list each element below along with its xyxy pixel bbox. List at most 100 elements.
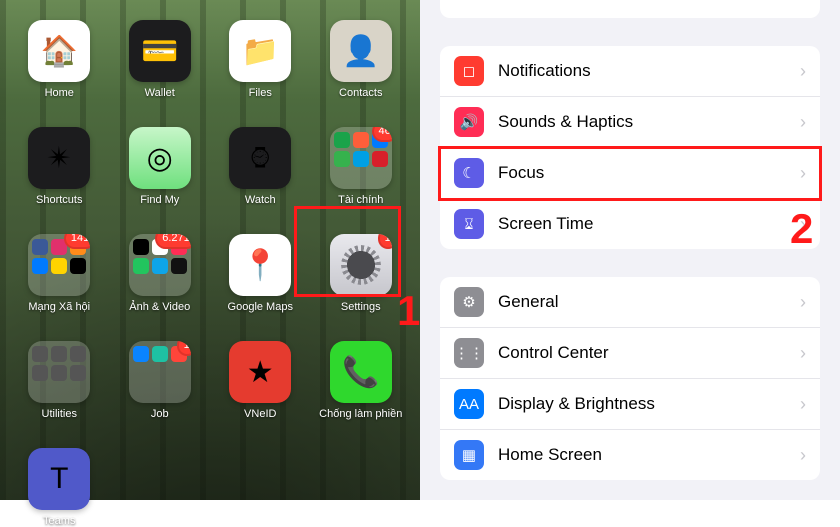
app-settings[interactable]: 1Settings	[316, 234, 407, 313]
ios-settings-screen: ◻︎Notifications›🔊Sounds & Haptics› ☾ Focus…	[420, 0, 840, 500]
ic-contacts: 👤	[330, 20, 392, 82]
si-sound-icon: 🔊	[454, 107, 484, 137]
glyph-icon: ◎	[147, 141, 173, 176]
folder-mini	[70, 346, 86, 362]
settings-row-title: Focus	[498, 163, 800, 183]
app-teams[interactable]: T Teams	[14, 448, 105, 527]
app-contacts[interactable]: 👤 Contacts	[316, 20, 407, 99]
folder-mini	[70, 258, 86, 274]
folder-mini	[133, 239, 149, 255]
folder-icon	[28, 341, 90, 403]
folder-mini	[372, 151, 388, 167]
si-general-icon: ⚙︎	[454, 287, 484, 317]
si-screentime-icon: ⌛︎	[454, 209, 484, 239]
glyph-icon: ✴︎	[47, 141, 72, 176]
ic-maps: 📍	[229, 234, 291, 296]
app-home[interactable]: 🏠Home	[14, 20, 105, 99]
app-label: Teams	[43, 515, 75, 527]
settings-row-control-center[interactable]: ⋮⋮ Control Center›	[440, 328, 820, 379]
glyph-icon: T	[50, 462, 68, 496]
folder-icon: 141	[28, 234, 90, 296]
glyph-icon: 👤	[342, 34, 379, 69]
chevron-right-icon: ›	[800, 163, 806, 184]
app-watch[interactable]: ⌚︎Watch	[215, 127, 306, 206]
app--nh-video[interactable]: 6.271 Ảnh & Video	[115, 234, 206, 313]
notification-badge: 1	[378, 234, 392, 249]
settings-row-title: General	[498, 292, 800, 312]
app-label: Shortcuts	[36, 194, 82, 206]
app-files[interactable]: 📁 Files	[215, 20, 306, 99]
glyph-icon: 📁	[242, 34, 279, 69]
app-shortcuts[interactable]: ✴︎ Shortcuts	[14, 127, 105, 206]
cutoff-row	[440, 0, 820, 18]
notification-badge: 141	[64, 234, 90, 249]
app-label: Home	[45, 87, 74, 99]
settings-row-sounds-haptics[interactable]: 🔊Sounds & Haptics›	[440, 97, 820, 148]
ic-chong: 📞	[330, 341, 392, 403]
folder-mini	[152, 258, 168, 274]
app-t-i-ch-nh[interactable]: 46 Tài chính	[316, 127, 407, 206]
ic-settings: 1	[330, 234, 392, 296]
app-label: Files	[249, 87, 272, 99]
glyph-icon: 📞	[342, 355, 379, 390]
settings-groups: ◻︎Notifications›🔊Sounds & Haptics› ☾ Focus…	[420, 46, 840, 480]
ic-shortcuts: ✴︎	[28, 127, 90, 189]
folder-icon: 6.271	[129, 234, 191, 296]
app-vneid[interactable]: ★ VNeID	[215, 341, 306, 420]
glyph-icon: 💳	[141, 34, 178, 69]
folder-mini	[32, 258, 48, 274]
folder-mini	[32, 365, 48, 381]
gear-icon	[341, 245, 381, 285]
app-job[interactable]: 1 Job	[115, 341, 206, 420]
si-homescreen-icon: ▦	[454, 440, 484, 470]
ios-home-screen: 🏠Home💳Wallet 📁 Files 👤 Contacts ✴︎ Shortcuts ◎F…	[0, 0, 420, 500]
folder-mini	[334, 151, 350, 167]
folder-mini	[51, 258, 67, 274]
chevron-right-icon: ›	[800, 445, 806, 466]
app-label: Contacts	[339, 87, 382, 99]
app-utilities[interactable]: Utilities	[14, 341, 105, 420]
ic-vneid: ★	[229, 341, 291, 403]
app-wallet[interactable]: 💳Wallet	[115, 20, 206, 99]
settings-row-notifications[interactable]: ◻︎Notifications›	[440, 46, 820, 97]
folder-mini	[32, 346, 48, 362]
app-find-my[interactable]: ◎Find My	[115, 127, 206, 206]
si-display-icon: AA	[454, 389, 484, 419]
folder-icon: 46	[330, 127, 392, 189]
chevron-right-icon: ›	[800, 214, 806, 235]
settings-group: ⚙︎General›⋮⋮Control Center›AADisplay & B…	[440, 277, 820, 480]
chevron-right-icon: ›	[800, 292, 806, 313]
ic-wallet: 💳	[129, 20, 191, 82]
app-label: Ảnh & Video	[129, 301, 190, 313]
folder-mini	[133, 258, 149, 274]
app-ch-ng-l-m-phi-n[interactable]: 📞Chống làm phiền	[316, 341, 407, 420]
app-label: Job	[151, 408, 169, 420]
settings-row-title: Control Center	[498, 343, 800, 363]
ic-files: 📁	[229, 20, 291, 82]
settings-row-title: Notifications	[498, 61, 800, 81]
folder-icon: 1	[129, 341, 191, 403]
app-google-maps[interactable]: 📍 Google Maps	[215, 234, 306, 313]
settings-row-general[interactable]: ⚙︎ General›	[440, 277, 820, 328]
chevron-right-icon: ›	[800, 343, 806, 364]
settings-row-title: Screen Time	[498, 214, 800, 234]
app-label: Tài chính	[338, 194, 383, 206]
app-label: Watch	[245, 194, 276, 206]
settings-row-home-screen[interactable]: ▦ Home Screen›	[440, 430, 820, 480]
settings-row-focus[interactable]: ☾ Focus›	[440, 148, 820, 199]
chevron-right-icon: ›	[800, 394, 806, 415]
folder-mini	[51, 346, 67, 362]
settings-row-title: Home Screen	[498, 445, 800, 465]
settings-row-display-brightness[interactable]: AA Display & Brightness›	[440, 379, 820, 430]
settings-row-title: Display & Brightness	[498, 394, 800, 414]
app-label: VNeID	[244, 408, 276, 420]
folder-mini	[32, 239, 48, 255]
si-focus-icon: ☾	[454, 158, 484, 188]
si-control-icon: ⋮⋮	[454, 338, 484, 368]
chevron-right-icon: ›	[800, 112, 806, 133]
app-label: Utilities	[42, 408, 77, 420]
app-m-ng-x-h-i[interactable]: 141Mạng Xã hội	[14, 234, 105, 313]
notification-badge: 6.271	[155, 234, 191, 249]
app-label: Google Maps	[228, 301, 293, 313]
settings-row-screen-time[interactable]: ⌛︎ Screen Time›	[440, 199, 820, 249]
